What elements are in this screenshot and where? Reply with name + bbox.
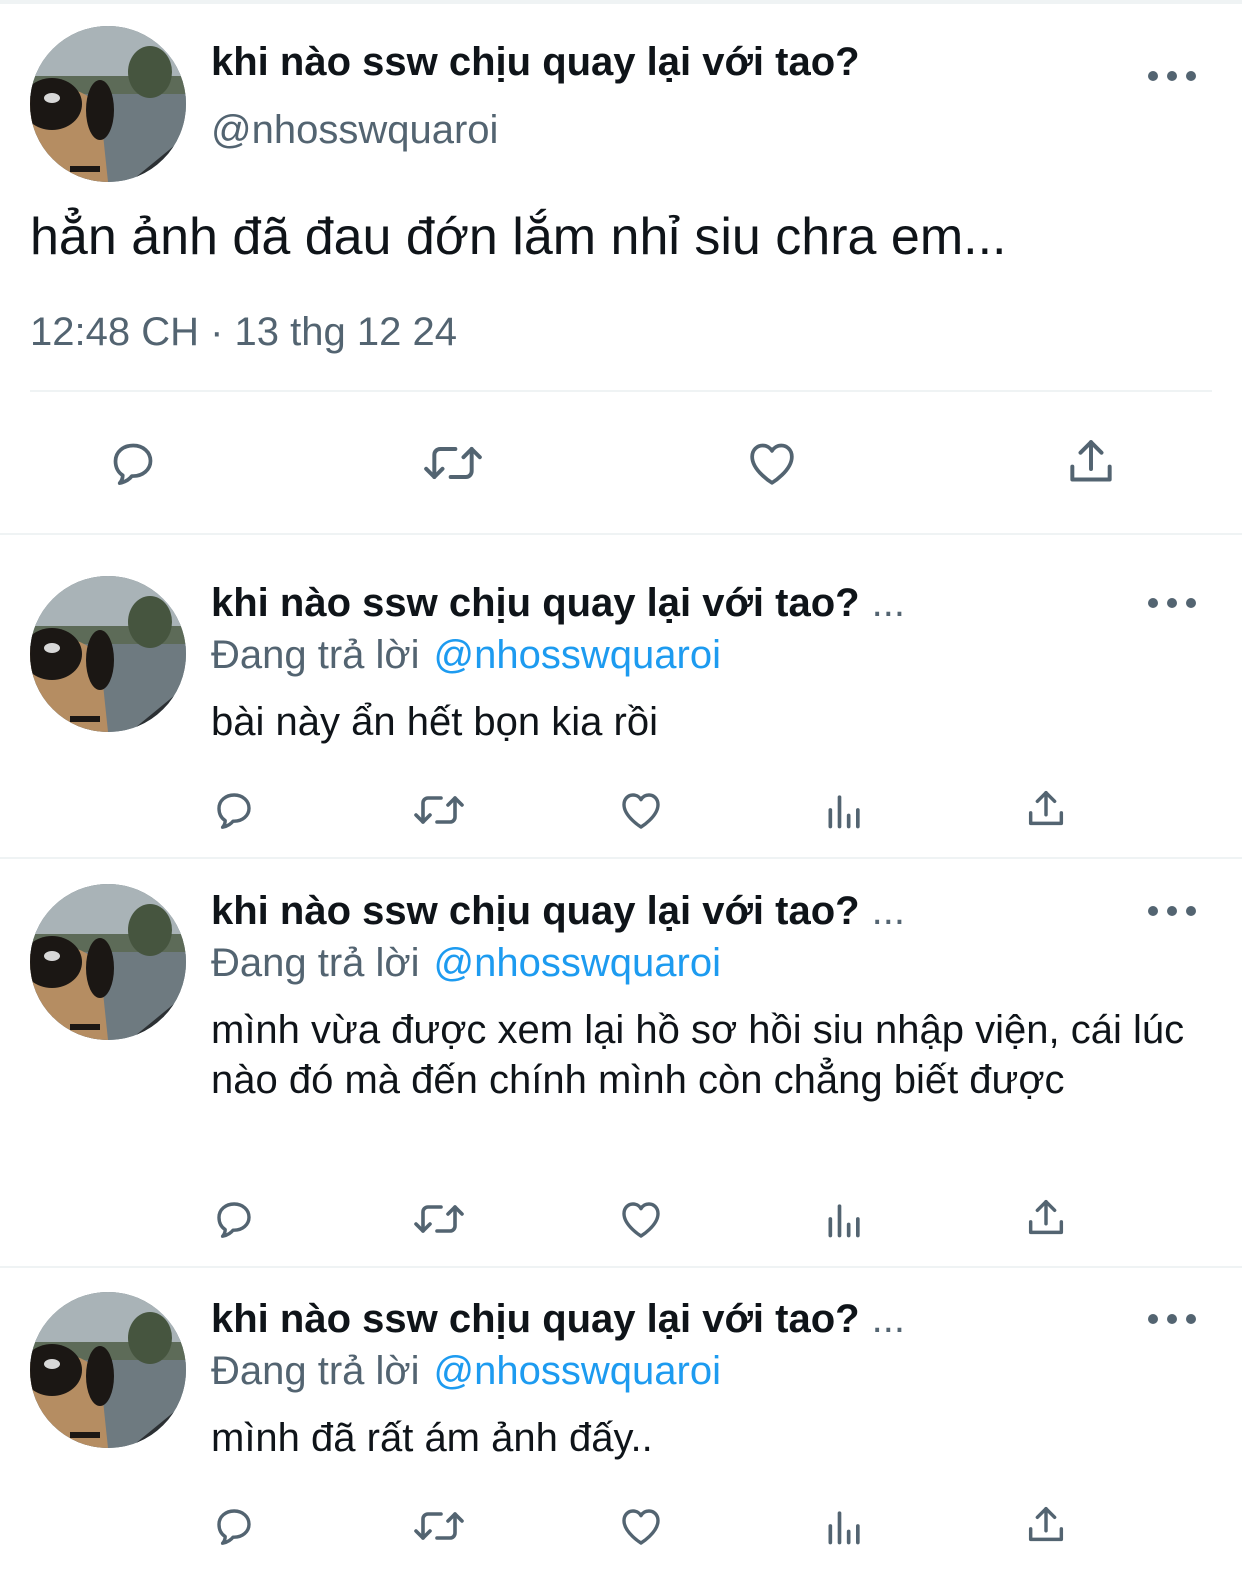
like-icon — [750, 443, 794, 485]
display-name[interactable]: khi nào ssw chịu quay lại với tao?... — [211, 1293, 905, 1345]
mention-link[interactable]: @nhosswquaroi — [434, 941, 721, 985]
retweet-icon — [414, 1205, 464, 1233]
divider — [0, 1266, 1242, 1268]
like-button[interactable] — [616, 1502, 666, 1550]
more-options-icon[interactable] — [1148, 1307, 1196, 1331]
reply-icon — [217, 1509, 251, 1545]
replying-to: Đang trả lời @nhosswquaroi — [211, 1349, 721, 1393]
display-name[interactable]: khi nào ssw chịu quay lại với tao?... — [211, 577, 905, 629]
user-handle[interactable]: @nhosswquaroi — [211, 104, 498, 156]
analytics-icon — [828, 1511, 860, 1545]
reply-button[interactable] — [210, 1195, 258, 1243]
share-button[interactable] — [1022, 1500, 1070, 1550]
like-button[interactable] — [616, 1195, 666, 1243]
replying-to: Đang trả lời @nhosswquaroi — [211, 633, 721, 677]
retweet-button[interactable] — [410, 1195, 468, 1243]
like-icon — [622, 793, 660, 829]
analytics-icon — [828, 795, 860, 829]
top-divider — [0, 0, 1242, 4]
retweet-button[interactable] — [418, 434, 488, 492]
display-name[interactable]: khi nào ssw chịu quay lại với tao?... — [211, 885, 905, 937]
like-button[interactable] — [616, 786, 666, 834]
divider — [30, 390, 1212, 392]
like-icon — [622, 1202, 660, 1238]
tweet-text: hẳn ảnh đã đau đớn lắm nhỉ siu chra em..… — [30, 208, 1007, 266]
reply-text: mình vừa được xem lại hồ sơ hồi siu nhập… — [211, 1008, 1185, 1102]
avatar[interactable] — [30, 576, 186, 732]
share-icon — [1028, 790, 1064, 826]
analytics-icon — [828, 1204, 860, 1238]
share-icon — [1070, 440, 1112, 482]
reply-text: bài này ẩn hết bọn kia rồi — [211, 700, 658, 744]
analytics-button[interactable] — [822, 1195, 868, 1243]
retweet-icon — [414, 1512, 464, 1540]
reply-text: mình đã rất ám ảnh đấy.. — [211, 1416, 653, 1460]
share-icon — [1028, 1199, 1064, 1235]
more-options-icon[interactable] — [1148, 591, 1196, 615]
more-options-icon[interactable] — [1148, 64, 1196, 88]
share-button[interactable] — [1062, 432, 1120, 492]
retweet-button[interactable] — [410, 786, 468, 834]
share-icon — [1028, 1506, 1064, 1542]
reply-icon — [113, 443, 153, 485]
mention-link[interactable]: @nhosswquaroi — [434, 1349, 721, 1393]
mention-link[interactable]: @nhosswquaroi — [434, 633, 721, 677]
reply-button[interactable] — [104, 434, 162, 492]
reply-icon — [217, 1202, 251, 1238]
display-name[interactable]: khi nào ssw chịu quay lại với tao? — [211, 36, 860, 88]
divider — [0, 857, 1242, 859]
reply-button[interactable] — [210, 786, 258, 834]
divider — [0, 533, 1242, 535]
share-button[interactable] — [1022, 784, 1070, 834]
avatar[interactable] — [30, 26, 186, 182]
reply-button[interactable] — [210, 1502, 258, 1550]
truncation-ellipsis: ... — [871, 1297, 905, 1341]
avatar[interactable] — [30, 1292, 186, 1448]
retweet-icon — [414, 796, 464, 824]
more-options-icon[interactable] — [1148, 899, 1196, 923]
replying-to: Đang trả lời @nhosswquaroi — [211, 941, 721, 985]
reply-icon — [217, 793, 251, 829]
retweet-icon — [424, 447, 482, 479]
analytics-button[interactable] — [822, 1502, 868, 1550]
avatar[interactable] — [30, 884, 186, 1040]
like-icon — [622, 1509, 660, 1545]
share-button[interactable] — [1022, 1193, 1070, 1243]
truncation-ellipsis: ... — [871, 889, 905, 933]
analytics-button[interactable] — [822, 786, 868, 834]
tweet-timestamp[interactable]: 12:48 CH · 13 thg 12 24 — [30, 306, 457, 358]
truncation-ellipsis: ... — [871, 581, 905, 625]
retweet-button[interactable] — [410, 1502, 468, 1550]
like-button[interactable] — [742, 434, 802, 492]
tweet-thread-page: khi nào ssw chịu quay lại với tao? @nhos… — [0, 0, 1242, 1590]
